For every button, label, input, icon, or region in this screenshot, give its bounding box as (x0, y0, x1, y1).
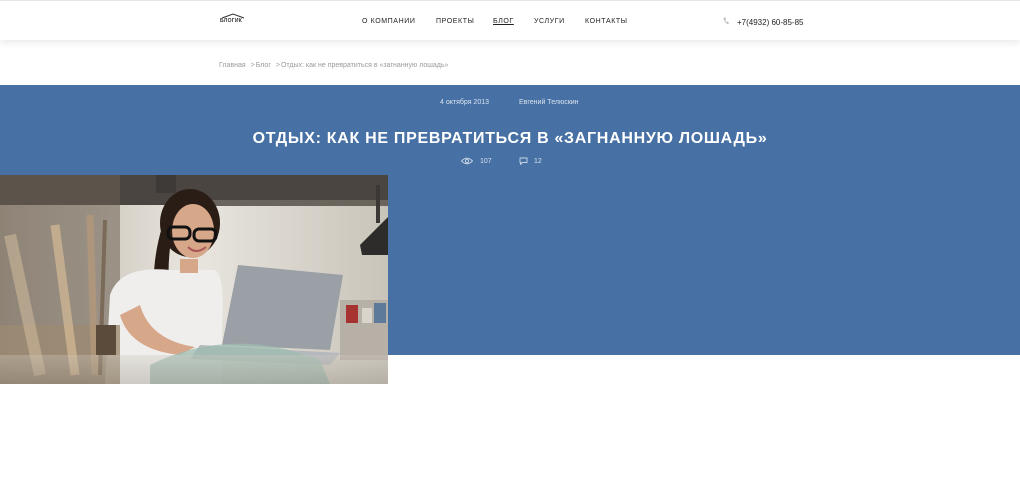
breadcrumb-separator-icon: > (275, 62, 280, 69)
breadcrumb-separator-icon: > (250, 62, 255, 69)
page-title: ОТДЫХ: КАК НЕ ПРЕВРАТИТЬСЯ В «ЗАГНАННУЮ … (252, 130, 768, 147)
article-photo-illustration (0, 175, 388, 384)
article-image (0, 175, 388, 384)
breadcrumb: Главная >Блог >Отдых: как не превратиться … (219, 62, 448, 69)
logo-text: БЛОГИК (220, 18, 243, 24)
comment-icon (519, 157, 528, 165)
site-header: БЛОГИК О КОМПАНИИ ПРОЕКТЫ БЛОГ УСЛУГИ КО… (0, 0, 1020, 40)
article-author[interactable]: Евгений Телюскин (519, 99, 579, 106)
breadcrumb-blog[interactable]: Блог (256, 62, 271, 69)
eye-icon (461, 157, 473, 165)
site-logo[interactable]: БЛОГИК (220, 13, 246, 27)
nav-item-about[interactable]: О КОМПАНИИ (362, 18, 415, 25)
article-date: 4 октября 2013 (440, 99, 489, 106)
nav-item-services[interactable]: УСЛУГИ (534, 18, 565, 25)
phone-icon (723, 17, 729, 25)
breadcrumb-current: Отдых: как не превратиться в «загнанную … (280, 62, 449, 69)
phone-number[interactable]: +7(4932) 60-85-85 (737, 18, 804, 27)
comments-count: 12 (534, 158, 542, 165)
nav-item-projects[interactable]: ПРОЕКТЫ (436, 18, 474, 25)
nav-item-blog[interactable]: БЛОГ (493, 18, 514, 25)
views-count: 107 (480, 158, 492, 165)
nav-item-contacts[interactable]: КОНТАКТЫ (585, 18, 628, 25)
breadcrumb-home[interactable]: Главная (219, 62, 246, 69)
